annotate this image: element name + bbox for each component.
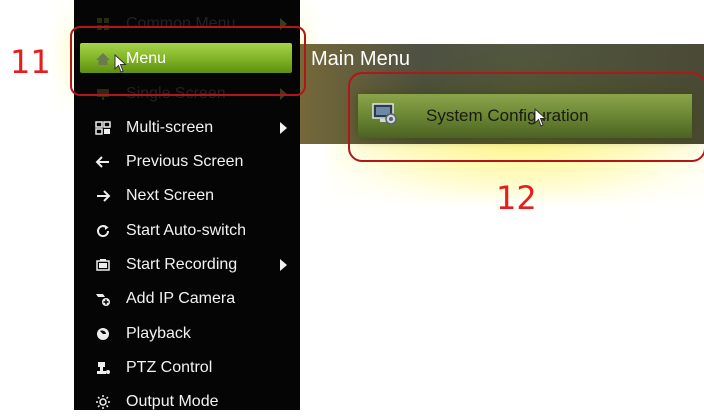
playback-icon [92, 323, 114, 345]
callout-box-step-12 [348, 72, 704, 162]
step-number-12: 12 [496, 179, 537, 217]
menu-item-label: Start Auto-switch [126, 222, 247, 239]
main-menu-title: Main Menu [311, 48, 410, 70]
arrow-left-icon [92, 151, 114, 173]
menu-item-label: Output Mode [126, 393, 219, 410]
menu-item-label: Previous Screen [126, 153, 244, 170]
submenu-arrow-icon [280, 259, 287, 271]
menu-item-label: Start Recording [126, 256, 238, 273]
menu-item-playback[interactable]: Playback [74, 317, 300, 351]
menu-item-label: Add IP Camera [126, 290, 236, 307]
menu-item-add-ip-camera[interactable]: Add IP Camera [74, 282, 300, 316]
menu-item-ptz-control[interactable]: PTZ Control [74, 351, 300, 385]
refresh-icon [92, 220, 114, 242]
menu-item-label: PTZ Control [126, 359, 213, 376]
submenu-arrow-icon [280, 122, 287, 134]
menu-item-previous-screen[interactable]: Previous Screen [74, 145, 300, 179]
callout-box-step-11 [70, 26, 306, 96]
menu-item-label: Playback [126, 325, 191, 342]
arrow-right-icon [92, 185, 114, 207]
menu-item-start-auto-switch[interactable]: Start Auto-switch [74, 214, 300, 248]
menu-item-next-screen[interactable]: Next Screen [74, 179, 300, 213]
add-camera-icon [92, 288, 114, 310]
menu-item-label: Multi-screen [126, 119, 214, 136]
ptz-icon [92, 357, 114, 379]
menu-item-label: Next Screen [126, 187, 215, 204]
record-icon [92, 254, 114, 276]
multi-screen-icon [92, 117, 114, 139]
menu-item-start-recording[interactable]: Start Recording [74, 248, 300, 282]
menu-item-output-mode[interactable]: Output Mode [74, 385, 300, 419]
menu-item-multi-screen[interactable]: Multi-screen [74, 111, 300, 145]
step-number-11: 11 [10, 43, 51, 81]
